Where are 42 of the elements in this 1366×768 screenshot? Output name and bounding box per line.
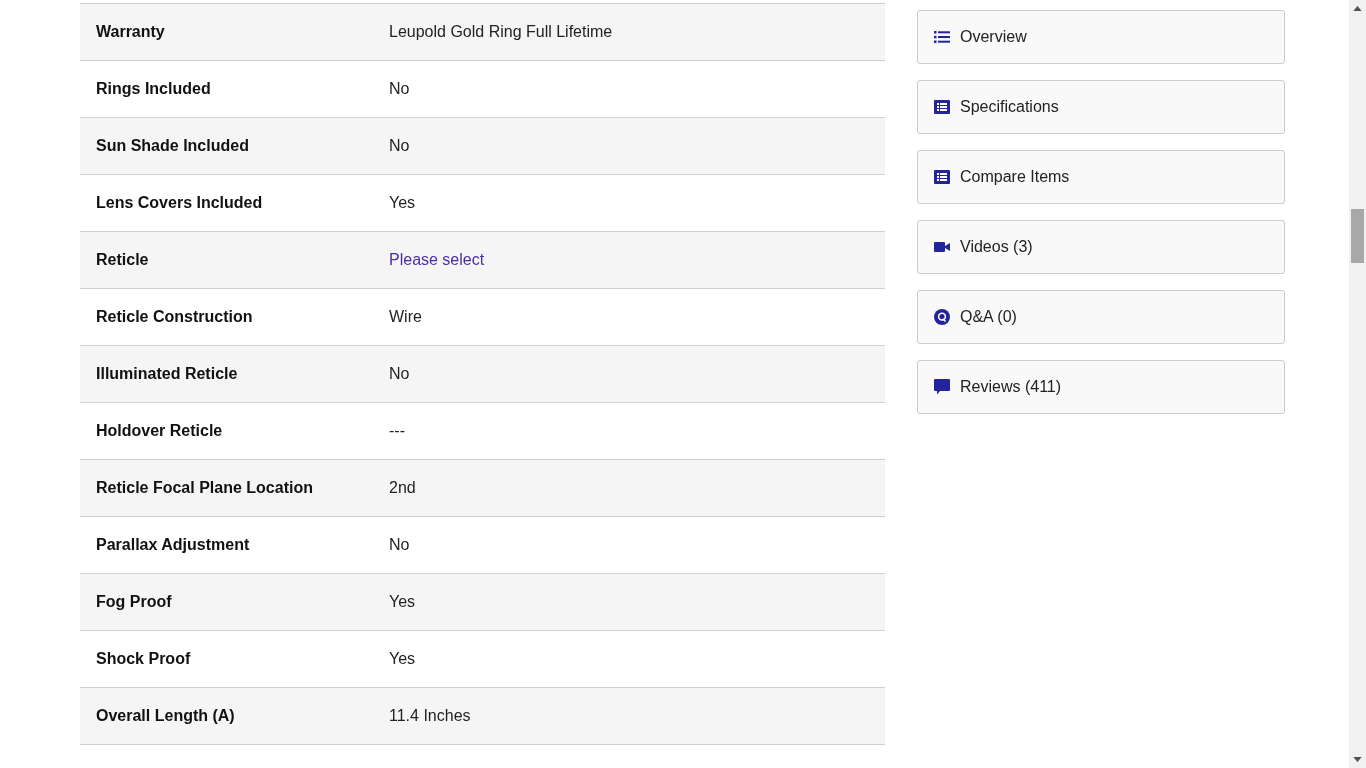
spec-label: Warranty [95,23,166,41]
spec-label: Illuminated Reticle [95,365,239,383]
section-nav-button[interactable]: Specifications [917,80,1285,134]
table-list-icon [934,100,950,114]
spec-label: Sun Shade Included [95,137,250,155]
section-nav-button[interactable]: Videos (3) [917,220,1285,274]
spec-value: No [389,536,410,554]
spec-label: Fog Proof [95,593,173,611]
spec-value: No [389,365,410,383]
scroll-down-icon[interactable] [1353,757,1362,762]
spec-label: Reticle [95,251,150,269]
spec-label: Overall Length (A) [95,707,236,725]
spec-value: Yes [389,194,416,212]
spec-value: Yes [389,593,416,611]
spec-value: --- [389,422,405,440]
section-nav-button[interactable]: Compare Items [917,150,1285,204]
scroll-thumb[interactable] [1351,209,1364,263]
spec-label: Reticle Focal Plane Location [95,479,314,497]
scroll-up-icon[interactable] [1353,6,1362,11]
section-nav-button[interactable]: Overview [917,10,1285,64]
q-circle-icon [934,309,950,325]
spec-label: Parallax Adjustment [95,536,251,554]
select-link[interactable]: Please select [389,251,485,269]
spec-value: 2nd [389,479,416,497]
section-nav-button[interactable]: Reviews (411) [917,360,1285,414]
scrollbar[interactable] [1349,0,1366,768]
spec-value: 11.4 Inches [389,707,471,725]
spec-label: Rings Included [95,80,212,98]
spec-label: Shock Proof [95,650,192,668]
video-camera-icon [934,242,950,252]
list-icon [934,30,950,44]
spec-value: Wire [389,308,422,326]
spec-value: Leupold Gold Ring Full Lifetime [389,23,613,41]
spec-value: Yes [389,650,416,668]
speech-bubble-icon [934,379,950,395]
section-nav-button[interactable]: Q&A (0) [917,290,1285,344]
spec-value: No [389,137,410,155]
spec-label: Lens Covers Included [95,194,264,212]
table-list-icon [934,170,950,184]
spec-label: Holdover Reticle [95,422,224,440]
spec-label: Reticle Construction [95,308,254,326]
spec-value: No [389,80,410,98]
